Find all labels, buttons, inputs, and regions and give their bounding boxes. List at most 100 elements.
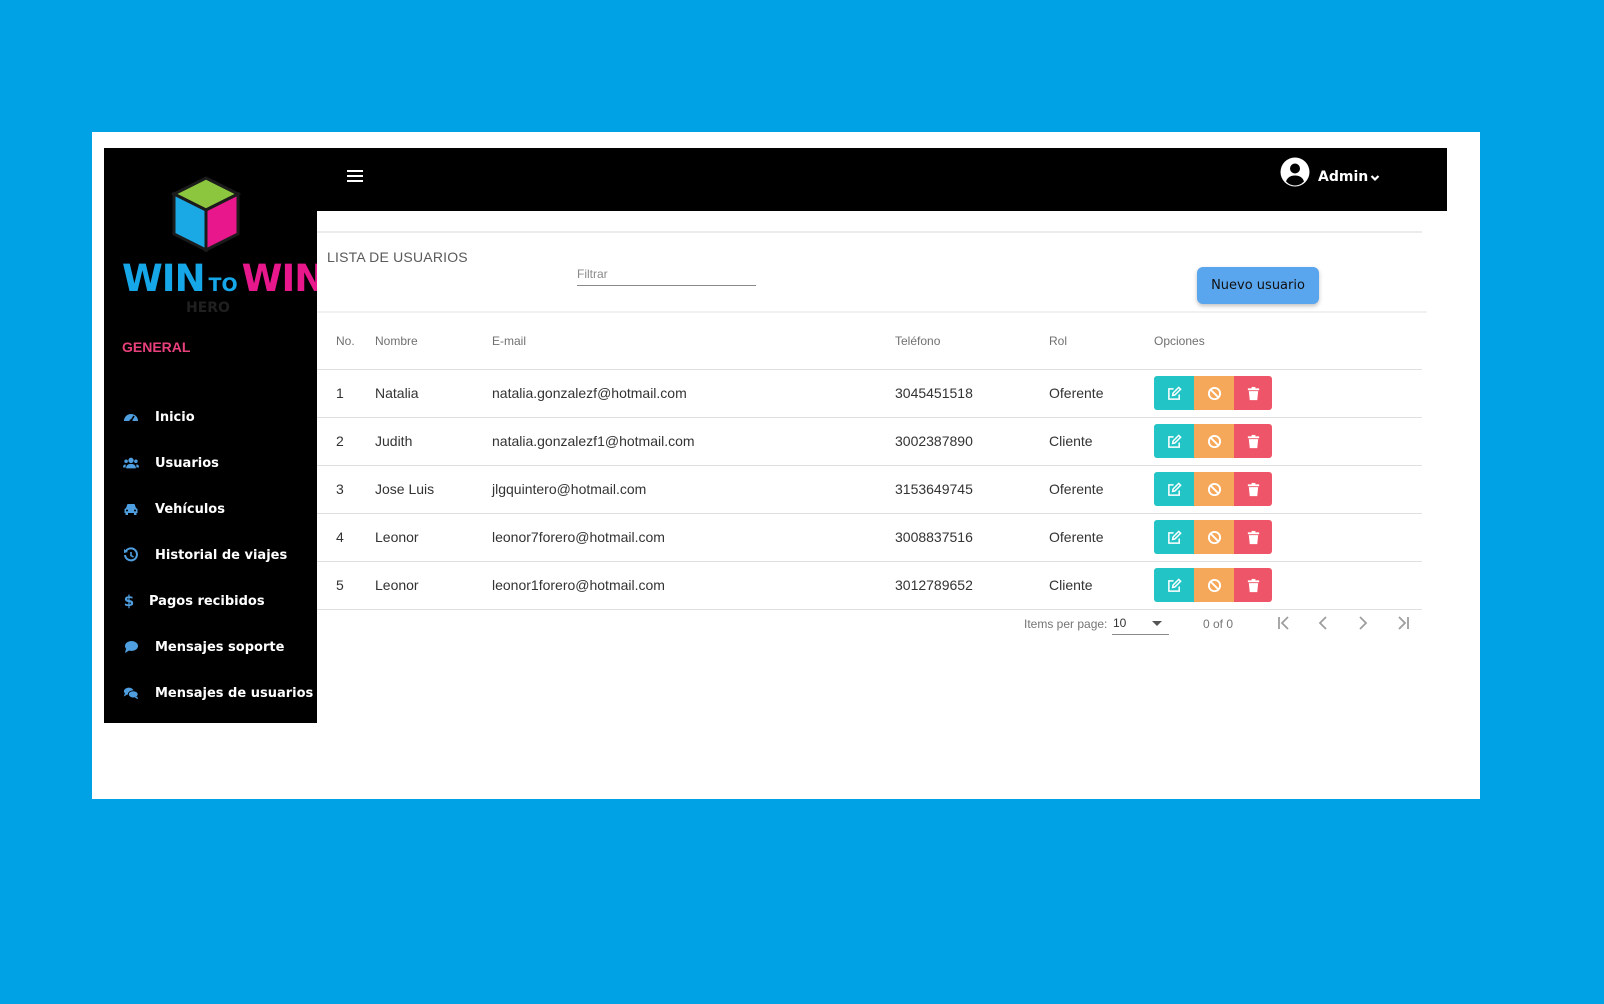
row-actions [1154,424,1422,458]
header-nombre[interactable]: Nombre [375,314,492,370]
cell-rol: Oferente [1049,465,1154,514]
paginator: Items per page: 10 0 of 0 [317,599,1422,639]
cell-rol: Oferente [1049,513,1154,562]
filter-field [577,264,756,286]
cell-no: 3 [317,465,375,514]
last-page-button[interactable] [1388,608,1418,638]
edit-button[interactable] [1154,472,1194,506]
delete-button[interactable] [1234,424,1272,458]
row-actions [1154,520,1422,554]
edit-button[interactable] [1154,520,1194,554]
cell-no: 4 [317,513,375,562]
sidebar-item-vehiculos[interactable]: Vehículos [104,486,317,532]
trash-icon [1247,386,1259,400]
cell-email: natalia.gonzalezf1@hotmail.com [492,417,895,466]
cell-email: natalia.gonzalezf@hotmail.com [492,369,895,418]
table-row: 1 Natalia natalia.gonzalezf@hotmail.com 304… [317,369,1422,418]
cube-logo-icon [170,176,242,253]
dollar-icon: $ [123,592,135,610]
edit-button[interactable] [1154,424,1194,458]
block-button[interactable] [1194,424,1234,458]
chevron-right-icon [1359,616,1368,630]
cell-rol: Cliente [1049,417,1154,466]
edit-icon [1167,577,1182,592]
cell-opciones [1154,465,1422,514]
comments-icon [121,685,141,701]
sidebar-item-label: Historial de viajes [155,547,288,563]
header-no[interactable]: No. [317,314,375,370]
header-email[interactable]: E-mail [492,314,895,370]
tachometer-icon [121,409,141,425]
row-actions [1154,568,1422,602]
delete-button[interactable] [1234,520,1272,554]
sidebar-item-label: Pagos recibidos [149,593,265,609]
chevron-down-icon [1370,175,1380,182]
cell-telefono: 3008837516 [895,513,1049,562]
top-bar: Admin [317,148,1447,211]
header-opciones: Opciones [1154,314,1422,370]
logo: WIN TO WIN HERO [118,174,325,316]
logo-wordmark: WIN TO WIN [122,257,325,300]
cell-rol: Oferente [1049,369,1154,418]
edit-icon [1167,385,1182,400]
user-name: Admin [1318,169,1369,185]
delete-button[interactable] [1234,568,1272,602]
sidebar-item-label: Inicio [155,409,195,425]
sidebar-item-label: Mensajes de usuarios [155,685,314,701]
header-rol[interactable]: Rol [1049,314,1154,370]
sidebar-nav: Inicio Usuarios Vehículos Historial de v… [104,394,317,716]
ban-icon [1207,578,1221,592]
user-circle-icon [1280,157,1310,187]
chevron-left-icon [1318,616,1327,630]
comment-icon [121,639,141,655]
sidebar-item-historial[interactable]: Historial de viajes [104,532,317,578]
divider [317,231,1422,233]
sidebar-item-pagos[interactable]: $ Pagos recibidos [104,578,317,624]
user-menu[interactable]: Admin [1280,157,1380,187]
block-button[interactable] [1194,568,1234,602]
logo-word-to: TO [208,274,238,296]
sidebar-item-mensajes-soporte[interactable]: Mensajes soporte [104,624,317,670]
edit-button[interactable] [1154,568,1194,602]
first-page-button[interactable] [1269,608,1299,638]
edit-button[interactable] [1154,376,1194,410]
ban-icon [1207,434,1221,448]
table-row: 2 Judith natalia.gonzalezf1@hotmail.com 300… [317,417,1422,466]
dropdown-arrow-icon [1152,621,1162,626]
page-size-value: 10 [1113,615,1127,630]
delete-button[interactable] [1234,376,1272,410]
trash-icon [1247,530,1259,544]
users-table: No. Nombre E-mail Teléfono Rol Opciones … [317,314,1422,610]
block-button[interactable] [1194,472,1234,506]
header-telefono[interactable]: Teléfono [895,314,1049,370]
cell-no: 2 [317,417,375,466]
sidebar-item-usuarios[interactable]: Usuarios [104,440,317,486]
page-title: LISTA DE USUARIOS [327,249,468,265]
logo-word-win: WIN [122,257,206,300]
cell-email: jlgquintero@hotmail.com [492,465,895,514]
main-content: LISTA DE USUARIOS Nuevo usuario No. Nomb… [317,211,1447,723]
sidebar-item-inicio[interactable]: Inicio [104,394,317,440]
hamburger-icon[interactable] [347,170,363,186]
filter-input[interactable] [577,264,756,284]
sidebar-item-label: Mensajes soporte [155,639,285,655]
page-size-select[interactable]: 10 [1112,611,1169,635]
page-range-label: 0 of 0 [1203,617,1234,631]
first-page-icon [1278,616,1289,630]
table-row: 4 Leonor leonor7forero@hotmail.com 30088375… [317,513,1422,562]
previous-page-button[interactable] [1308,608,1338,638]
trash-icon [1247,482,1259,496]
ban-icon [1207,482,1221,496]
row-actions [1154,472,1422,506]
logo-word-win-2: WIN [241,257,326,300]
delete-button[interactable] [1234,472,1272,506]
next-page-button[interactable] [1348,608,1378,638]
trash-icon [1247,434,1259,448]
sidebar-item-mensajes-usuarios[interactable]: Mensajes de usuarios [104,670,317,716]
new-user-button[interactable]: Nuevo usuario [1197,267,1319,304]
block-button[interactable] [1194,520,1234,554]
sidebar-section-title: GENERAL [122,339,191,355]
sidebar: WINTOWIN HERO GENERAL Inicio Usuarios [104,148,325,723]
ban-icon [1207,386,1221,400]
block-button[interactable] [1194,376,1234,410]
